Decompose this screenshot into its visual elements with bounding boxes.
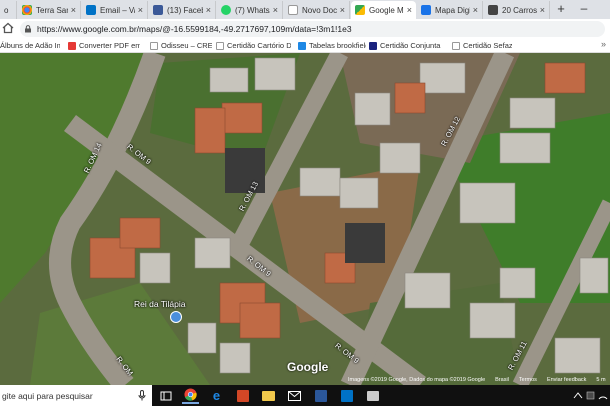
- minimize-button[interactable]: –: [578, 2, 590, 16]
- lock-icon[interactable]: [24, 25, 32, 33]
- bookmark-albuns[interactable]: Álbuns de Adão Imo: [0, 40, 60, 51]
- facebook-icon: [153, 5, 163, 15]
- bookmark-certidao-cartorio[interactable]: Certidão Cartório Dis: [216, 40, 291, 51]
- tab-whatsapp[interactable]: (7) WhatsAp ×: [217, 1, 283, 19]
- poi-label[interactable]: Rei da Tilápia: [134, 299, 186, 309]
- satellite-map[interactable]: R. OM 14 R. OM 9 R. OM 13 R. OM 9 R. OM …: [0, 53, 610, 385]
- mail-icon[interactable]: [286, 387, 303, 404]
- terms-link[interactable]: Termos: [519, 377, 537, 385]
- bookmark-label: Certidão Cartório Dis: [227, 41, 291, 50]
- bookmark-label: Certidão Sefaz: [463, 41, 512, 50]
- attribution-text: Imagens ©2019 Google, Dados do mapa ©201…: [348, 377, 486, 383]
- url-field[interactable]: https://www.google.com.br/maps/@-16.5599…: [20, 21, 605, 37]
- tab-title: Novo Docum: [302, 5, 337, 15]
- bookmark-certidao-conjunta[interactable]: Certidão Conjunta Fe: [369, 40, 443, 51]
- tab-title: (13) Faceboo: [167, 5, 203, 15]
- task-view-icon[interactable]: [157, 387, 174, 404]
- file-explorer-icon[interactable]: [260, 387, 277, 404]
- close-icon[interactable]: ×: [206, 5, 211, 15]
- bookmark-label: Converter PDF em W: [79, 41, 140, 50]
- bookmark-converter-pdf[interactable]: Converter PDF em W: [68, 40, 140, 51]
- system-tray[interactable]: [572, 389, 608, 402]
- close-icon[interactable]: ×: [138, 5, 143, 15]
- tab-novo-documento[interactable]: Novo Docum ×: [284, 1, 350, 19]
- close-icon[interactable]: ×: [540, 5, 545, 15]
- bookmarks-bar: Álbuns de Adão Imo Converter PDF em W Od…: [0, 39, 610, 53]
- page-icon: [452, 41, 460, 50]
- microphone-icon[interactable]: [138, 390, 146, 401]
- tab-20-carros[interactable]: 20 Carros T ×: [484, 1, 550, 19]
- bookmark-label: Álbuns de Adão Imo: [0, 41, 60, 50]
- tab-title: Terra Santa: [36, 5, 68, 15]
- x-icon: [298, 41, 306, 50]
- tab-title: (7) WhatsAp: [235, 5, 270, 15]
- tab-strip: o Terra Santa × Email – Vag × (13) Faceb…: [0, 0, 610, 19]
- whatsapp-icon: [221, 5, 231, 15]
- close-icon[interactable]: ×: [340, 5, 345, 15]
- outlook-icon: [86, 5, 96, 15]
- home-icon[interactable]: [2, 22, 14, 34]
- tab-mapa-digital[interactable]: Mapa Digit ×: [417, 1, 483, 19]
- region-link[interactable]: Brasil: [495, 377, 509, 385]
- powerpoint-icon[interactable]: [234, 387, 251, 404]
- address-bar-row: https://www.google.com.br/maps/@-16.5599…: [0, 19, 610, 40]
- page-icon: [150, 41, 158, 50]
- tab-title: Google Ma: [369, 5, 404, 15]
- tab-title: 20 Carros T: [502, 5, 537, 15]
- outlook-icon[interactable]: [338, 387, 355, 404]
- bookmarks-overflow-button[interactable]: »: [601, 39, 606, 49]
- close-icon[interactable]: ×: [273, 5, 278, 15]
- taskbar: gite aqui para pesquisar e: [0, 385, 610, 406]
- scale-text[interactable]: 5 m: [596, 377, 605, 385]
- bookmark-tabelas-brookfield[interactable]: Tabelas brookfield: [298, 40, 366, 51]
- bookmark-label: Certidão Conjunta Fe: [380, 41, 443, 50]
- chrome-icon[interactable]: [182, 387, 199, 404]
- close-icon[interactable]: ×: [71, 5, 76, 15]
- tab-title: Email – Vag: [100, 5, 135, 15]
- printer-icon[interactable]: [364, 387, 381, 404]
- tab-google-maps[interactable]: Google Ma ×: [351, 1, 416, 19]
- tab-title: Mapa Digit: [435, 5, 470, 15]
- tab-email[interactable]: Email – Vag ×: [82, 1, 148, 19]
- word-icon[interactable]: [312, 387, 329, 404]
- edge-icon[interactable]: e: [208, 387, 225, 404]
- tab-0[interactable]: o: [0, 1, 17, 19]
- map-imagery: [0, 53, 610, 385]
- feedback-link[interactable]: Enviar feedback: [547, 377, 586, 385]
- close-icon[interactable]: ×: [473, 5, 478, 15]
- tab-terra-santa[interactable]: Terra Santa ×: [18, 1, 81, 19]
- bookmark-certidao-sefaz[interactable]: Certidão Sefaz: [452, 40, 512, 51]
- url-text: https://www.google.com.br/maps/@-16.5599…: [37, 24, 352, 34]
- new-tab-button[interactable]: +: [554, 2, 568, 16]
- map-attribution: Imagens ©2019 Google, Dados do mapa ©201…: [348, 377, 610, 385]
- bookmark-label: Odisseu – CRECI: [161, 41, 212, 50]
- pdf-icon: [68, 41, 76, 50]
- doc-icon: [288, 5, 298, 15]
- car-icon: [488, 5, 498, 15]
- chrome-icon: [22, 5, 32, 15]
- maps-icon: [355, 5, 365, 15]
- gov-icon: [369, 41, 377, 50]
- map-icon: [421, 5, 431, 15]
- taskbar-search-box[interactable]: gite aqui para pesquisar: [0, 385, 152, 406]
- page-icon: [216, 41, 224, 50]
- bookmark-label: Tabelas brookfield: [309, 41, 366, 50]
- search-placeholder: gite aqui para pesquisar: [2, 390, 93, 401]
- bookmark-odisseu-creci[interactable]: Odisseu – CRECI: [150, 40, 212, 51]
- google-logo: Google: [287, 360, 329, 374]
- tab-title: o: [4, 5, 9, 15]
- poi-marker-icon[interactable]: [170, 311, 182, 323]
- tab-facebook[interactable]: (13) Faceboo ×: [149, 1, 216, 19]
- close-icon[interactable]: ×: [407, 5, 412, 15]
